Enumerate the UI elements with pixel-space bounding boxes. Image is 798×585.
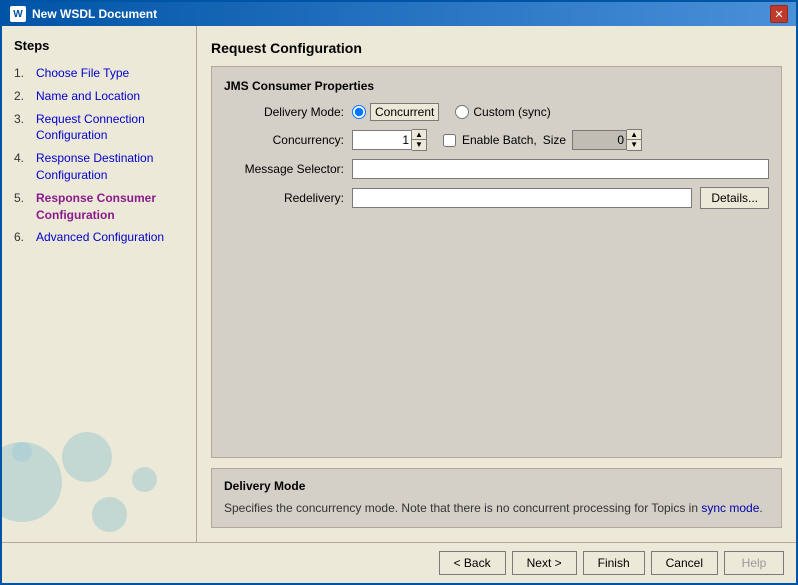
section-title: Request Configuration bbox=[211, 40, 782, 56]
step-item-2: 2. Name and Location bbox=[14, 88, 184, 105]
details-button[interactable]: Details... bbox=[700, 187, 769, 209]
size-down-btn[interactable]: ▼ bbox=[627, 140, 641, 150]
concurrency-spinner-btns: ▲ ▼ bbox=[412, 129, 427, 151]
redelivery-label: Redelivery: bbox=[224, 191, 344, 205]
content-area: Steps 1. Choose File Type 2. Name and Lo… bbox=[2, 26, 796, 542]
sidebar-decoration bbox=[2, 422, 196, 542]
sidebar-title: Steps bbox=[14, 38, 184, 53]
size-up-btn[interactable]: ▲ bbox=[627, 130, 641, 140]
message-selector-input[interactable] bbox=[352, 159, 769, 179]
redelivery-row: Redelivery: Details... bbox=[224, 187, 769, 209]
step-list: 1. Choose File Type 2. Name and Location… bbox=[14, 65, 184, 246]
message-selector-label: Message Selector: bbox=[224, 162, 344, 176]
delivery-mode-row: Delivery Mode: Concurrent Custom (sync) bbox=[224, 103, 769, 121]
concurrency-down-btn[interactable]: ▼ bbox=[412, 140, 426, 150]
enable-batch-group: Enable Batch, Size ▲ ▼ bbox=[443, 129, 642, 151]
size-spinner-btns: ▲ ▼ bbox=[627, 129, 642, 151]
back-button[interactable]: < Back bbox=[439, 551, 506, 575]
concurrency-row: Concurrency: ▲ ▼ Enable Batch, Size bbox=[224, 129, 769, 151]
window-title: New WSDL Document bbox=[32, 7, 157, 21]
step-label-4[interactable]: Response Destination Configuration bbox=[36, 150, 184, 184]
panel-title: JMS Consumer Properties bbox=[224, 79, 769, 93]
concurrency-spinner: ▲ ▼ bbox=[352, 129, 427, 151]
title-bar-left: W New WSDL Document bbox=[10, 6, 157, 22]
close-button[interactable]: ✕ bbox=[770, 5, 788, 23]
step-label-2[interactable]: Name and Location bbox=[36, 88, 140, 105]
custom-sync-option[interactable]: Custom (sync) bbox=[455, 105, 550, 119]
finish-button[interactable]: Finish bbox=[583, 551, 645, 575]
next-button[interactable]: Next > bbox=[512, 551, 577, 575]
concurrent-option[interactable]: Concurrent bbox=[352, 103, 439, 121]
delivery-mode-label: Delivery Mode: bbox=[224, 105, 344, 119]
step-num-4: 4. bbox=[14, 150, 30, 167]
info-panel: Delivery Mode Specifies the concurrency … bbox=[211, 468, 782, 528]
enable-batch-label: Enable Batch, bbox=[462, 133, 537, 147]
jms-properties-panel: JMS Consumer Properties Delivery Mode: C… bbox=[211, 66, 782, 458]
message-selector-row: Message Selector: bbox=[224, 159, 769, 179]
enable-batch-checkbox[interactable] bbox=[443, 134, 456, 147]
step-item-4: 4. Response Destination Configuration bbox=[14, 150, 184, 184]
delivery-mode-radio-group: Concurrent Custom (sync) bbox=[352, 103, 551, 121]
concurrency-input[interactable] bbox=[352, 130, 412, 150]
custom-sync-radio[interactable] bbox=[455, 105, 469, 119]
step-item-5: 5. Response Consumer Configuration bbox=[14, 190, 184, 224]
info-text-normal: Specifies the concurrency mode. Note tha… bbox=[224, 501, 701, 515]
concurrency-label: Concurrency: bbox=[224, 133, 344, 147]
info-title: Delivery Mode bbox=[224, 479, 769, 493]
sidebar: Steps 1. Choose File Type 2. Name and Lo… bbox=[2, 26, 197, 542]
step-label-3[interactable]: Request Connection Configuration bbox=[36, 111, 184, 145]
size-spinner: ▲ ▼ bbox=[572, 129, 642, 151]
step-num-2: 2. bbox=[14, 88, 30, 105]
step-label-6[interactable]: Advanced Configuration bbox=[36, 229, 164, 246]
concurrent-label: Concurrent bbox=[370, 103, 439, 121]
step-item-1: 1. Choose File Type bbox=[14, 65, 184, 82]
help-button[interactable]: Help bbox=[724, 551, 784, 575]
concurrent-radio[interactable] bbox=[352, 105, 366, 119]
step-item-3: 3. Request Connection Configuration bbox=[14, 111, 184, 145]
custom-sync-label: Custom (sync) bbox=[473, 105, 550, 119]
info-text-end: . bbox=[759, 501, 762, 515]
step-num-5: 5. bbox=[14, 190, 30, 207]
main-content: Request Configuration JMS Consumer Prope… bbox=[197, 26, 796, 542]
title-bar: W New WSDL Document ✕ bbox=[2, 2, 796, 26]
main-window: W New WSDL Document ✕ Steps 1. Choose Fi… bbox=[0, 0, 798, 585]
window-icon: W bbox=[10, 6, 26, 22]
redelivery-input[interactable] bbox=[352, 188, 692, 208]
info-text-highlight: sync mode bbox=[701, 501, 759, 515]
cancel-button[interactable]: Cancel bbox=[651, 551, 718, 575]
footer: < Back Next > Finish Cancel Help bbox=[2, 542, 796, 583]
size-input[interactable] bbox=[572, 130, 627, 150]
step-label-5: Response Consumer Configuration bbox=[36, 190, 184, 224]
step-num-3: 3. bbox=[14, 111, 30, 128]
concurrency-up-btn[interactable]: ▲ bbox=[412, 130, 426, 140]
step-num-6: 6. bbox=[14, 229, 30, 246]
info-text: Specifies the concurrency mode. Note tha… bbox=[224, 499, 769, 517]
step-num-1: 1. bbox=[14, 65, 30, 82]
size-label: Size bbox=[543, 133, 566, 147]
step-label-1[interactable]: Choose File Type bbox=[36, 65, 129, 82]
step-item-6: 6. Advanced Configuration bbox=[14, 229, 184, 246]
